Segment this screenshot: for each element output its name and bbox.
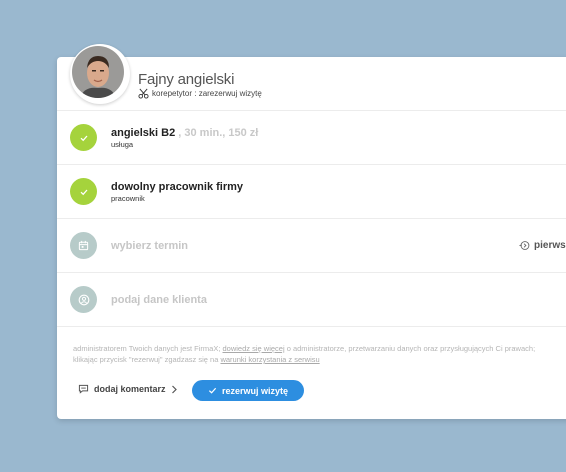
service-details: , 30 min., 150 zł — [175, 127, 259, 139]
step-subtitle: usługa — [111, 140, 134, 149]
step-client-data[interactable]: podaj dane klienta — [57, 273, 566, 326]
legal-text-2: o administratorze, przetwarzaniu danych … — [284, 344, 536, 353]
first-available-label: pierwsz — [534, 240, 566, 251]
step-subtitle: pracownik — [111, 194, 145, 203]
legal-text-3: klikając przycisk "rezerwuj" zgadzasz si… — [73, 355, 221, 364]
step-title: wybierz termin — [111, 240, 189, 252]
step-status-todo — [70, 232, 97, 259]
divider — [57, 326, 566, 327]
add-comment-label: dodaj komentarz — [94, 384, 166, 394]
comment-icon — [78, 384, 89, 394]
fast-forward-icon — [519, 241, 530, 250]
step-title: angielski B2 , 30 min., 150 zł — [111, 127, 258, 139]
step-employee[interactable]: dowolny pracownik firmy pracownik — [57, 165, 566, 218]
book-visit-button[interactable]: rezerwuj wizytę — [192, 380, 304, 401]
step-date[interactable]: wybierz termin pierwsz — [57, 219, 566, 272]
legal-text-1: administratorem Twoich danych jest Firma… — [73, 344, 223, 353]
legal-notice: administratorem Twoich danych jest Firma… — [73, 343, 563, 365]
check-icon — [208, 387, 217, 394]
step-service[interactable]: angielski B2 , 30 min., 150 zł usługa — [57, 111, 566, 164]
check-icon — [80, 189, 87, 195]
avatar — [70, 44, 130, 104]
user-icon — [78, 294, 89, 305]
avatar-photo — [72, 46, 124, 98]
scissors-icon — [138, 88, 149, 99]
service-name: angielski B2 — [111, 127, 176, 139]
business-subtitle-text: korepetytor : zarezerwuj wizytę — [152, 89, 262, 98]
step-status-done — [70, 178, 97, 205]
business-name: Fajny angielski — [138, 71, 235, 88]
step-status-done — [70, 124, 97, 151]
step-status-todo — [70, 286, 97, 313]
privacy-more-link[interactable]: dowiedz się więcej — [223, 344, 285, 353]
chevron-right-icon — [171, 385, 177, 393]
first-available-link[interactable]: pierwsz — [519, 240, 566, 251]
calendar-icon — [78, 240, 89, 251]
terms-link[interactable]: warunki korzystania z serwisu — [220, 355, 319, 364]
check-icon — [80, 135, 87, 141]
add-comment-button[interactable]: dodaj komentarz — [78, 384, 178, 394]
step-title: dowolny pracownik firmy — [111, 181, 244, 193]
business-subtitle: korepetytor : zarezerwuj wizytę — [138, 88, 262, 99]
book-visit-label: rezerwuj wizytę — [221, 385, 289, 396]
step-title: podaj dane klienta — [111, 294, 207, 306]
